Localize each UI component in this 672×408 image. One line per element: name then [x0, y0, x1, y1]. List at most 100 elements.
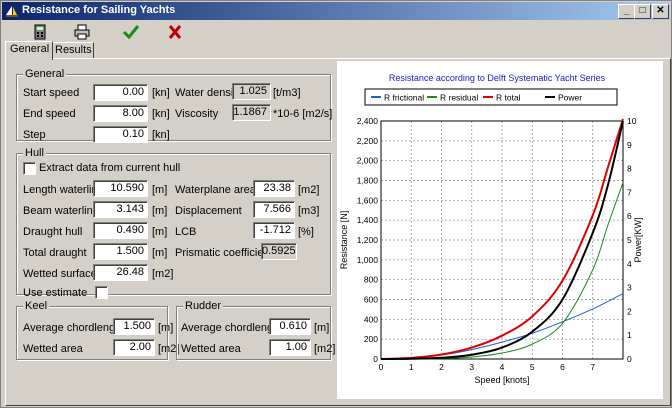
app-icon — [6, 6, 18, 17]
y2-tick-label: 9 — [627, 140, 632, 150]
lcb-field[interactable]: -1.712 — [253, 222, 295, 239]
window-title: Resistance for Sailing Yachts — [22, 4, 176, 16]
extract-data-checkbox[interactable] — [23, 162, 36, 175]
y2-tick-label: 8 — [627, 164, 632, 174]
rudder-group: Rudder Average chordlength 0.610 [m] Wet… — [176, 300, 335, 360]
rudder-group-label: Rudder — [183, 300, 224, 312]
prismatic-coefficient-label: Prismatic coefficient — [175, 247, 273, 259]
chart-title: Resistance according to Delft Systematic… — [389, 73, 606, 83]
legend-label: R total — [496, 93, 521, 103]
x-tick-label: 6 — [560, 362, 565, 372]
rudder-area-unit: [m2] — [314, 343, 336, 355]
end-speed-field[interactable]: 8.00 — [93, 105, 148, 122]
start-speed-label: Start speed — [23, 87, 80, 99]
y-tick-label: 2,000 — [357, 156, 379, 166]
chart-svg: Resistance according to Delft Systematic… — [339, 73, 643, 385]
minimize-button[interactable]: _ — [618, 4, 635, 19]
total-draught-label: Total draught — [23, 247, 87, 259]
keel-area-field[interactable]: 2.00 — [113, 339, 155, 356]
x-tick-label: 2 — [439, 362, 444, 372]
printer-icon[interactable] — [71, 23, 93, 41]
resistance-chart: Resistance according to Delft Systematic… — [337, 61, 663, 399]
x-tick-label: 0 — [379, 362, 384, 372]
app-window: Resistance for Sailing Yachts _ □ ✕ Gene… — [0, 0, 672, 408]
beam-waterline-field[interactable]: 3.143 — [93, 201, 148, 218]
waterplane-area-label: Waterplane area — [175, 184, 256, 196]
hull-group: Hull Extract data from current hull Leng… — [16, 147, 331, 299]
end-speed-unit: [kn] — [152, 108, 170, 120]
keel-chord-field[interactable]: 1.500 — [113, 318, 155, 335]
lcb-unit: [%] — [298, 226, 314, 238]
length-waterline-unit: [m] — [152, 184, 168, 196]
y-tick-label: 1,200 — [357, 235, 379, 245]
use-estimate-label: Use estimate — [23, 287, 88, 299]
y2-axis-label: Power[KW] — [633, 217, 643, 262]
displacement-label: Displacement — [175, 205, 242, 217]
maximize-button[interactable]: □ — [634, 4, 651, 19]
waterplane-area-unit: [m2] — [298, 184, 320, 196]
step-field[interactable]: 0.10 — [93, 126, 148, 143]
total-draught-unit: [m] — [152, 247, 168, 259]
y2-tick-label: 1 — [627, 330, 632, 340]
legend-label: R frictional — [384, 93, 424, 103]
waterplane-area-field[interactable]: 23.38 — [253, 180, 295, 197]
keel-group-label: Keel — [23, 300, 50, 312]
rudder-area-label: Wetted area — [181, 343, 241, 355]
cancel-icon[interactable] — [164, 23, 186, 41]
y-axis-label: Resistance [N] — [339, 211, 349, 270]
rudder-chord-field[interactable]: 0.610 — [269, 318, 311, 335]
water-density-field[interactable]: 1.025 — [232, 83, 271, 100]
y-tick-label: 600 — [364, 295, 378, 305]
calculator-icon[interactable] — [29, 23, 51, 41]
step-unit: [kn] — [152, 129, 170, 141]
close-button[interactable]: ✕ — [652, 4, 669, 19]
total-draught-field[interactable]: 1.500 — [93, 243, 148, 260]
viscosity-unit: *10-6 [m2/s] — [273, 108, 333, 120]
y2-tick-label: 7 — [627, 187, 632, 197]
general-group-label: General — [23, 68, 67, 80]
start-speed-unit: [kn] — [152, 87, 170, 99]
prismatic-coefficient-field[interactable]: 0.5925 — [261, 243, 297, 260]
y2-tick-label: 2 — [627, 306, 632, 316]
wetted-surface-unit: [m2] — [152, 268, 174, 280]
y-tick-label: 1,600 — [357, 195, 379, 205]
displacement-unit: [m3] — [298, 205, 320, 217]
start-speed-field[interactable]: 0.00 — [93, 84, 148, 101]
viscosity-field[interactable]: 1.1867 — [232, 104, 271, 121]
x-axis-label: Speed [knots] — [474, 375, 529, 385]
y-tick-label: 1,000 — [357, 255, 379, 265]
draught-hull-field[interactable]: 0.490 — [93, 222, 148, 239]
y2-tick-label: 4 — [627, 259, 632, 269]
length-waterline-label: Length waterline — [23, 184, 104, 196]
wetted-surface-label: Wetted surface — [23, 268, 97, 280]
y-tick-label: 200 — [364, 334, 378, 344]
y-tick-label: 0 — [373, 354, 378, 364]
keel-chord-label: Average chordlength — [23, 322, 125, 334]
step-label: Step — [23, 129, 46, 141]
y2-tick-label: 0 — [627, 354, 632, 364]
end-speed-label: End speed — [23, 108, 76, 120]
length-waterline-field[interactable]: 10.590 — [93, 180, 148, 197]
use-estimate-checkbox[interactable] — [95, 286, 108, 299]
extract-data-label: Extract data from current hull — [39, 162, 181, 174]
displacement-field[interactable]: 7.566 — [253, 201, 295, 218]
rudder-area-field[interactable]: 1.00 — [269, 339, 311, 356]
keel-area-label: Wetted area — [23, 343, 83, 355]
y2-tick-label: 10 — [627, 116, 637, 126]
y2-tick-label: 5 — [627, 235, 632, 245]
keel-chord-unit: [m] — [158, 322, 174, 334]
tab-results[interactable]: Results — [50, 42, 94, 59]
wetted-surface-field[interactable]: 26.48 — [93, 264, 148, 281]
y2-tick-label: 3 — [627, 283, 632, 293]
rudder-chord-unit: [m] — [314, 322, 330, 334]
y2-tick-label: 6 — [627, 211, 632, 221]
draught-hull-unit: [m] — [152, 226, 168, 238]
chart-legend: R frictional R residual R total Power — [364, 88, 618, 106]
beam-waterline-label: Beam waterline — [23, 205, 99, 217]
y-tick-label: 1,400 — [357, 215, 379, 225]
y-tick-label: 800 — [364, 275, 378, 285]
rudder-chord-label: Average chordlength — [181, 322, 283, 334]
beam-waterline-unit: [m] — [152, 205, 168, 217]
check-icon[interactable] — [120, 23, 142, 41]
tab-general[interactable]: General — [5, 41, 53, 60]
